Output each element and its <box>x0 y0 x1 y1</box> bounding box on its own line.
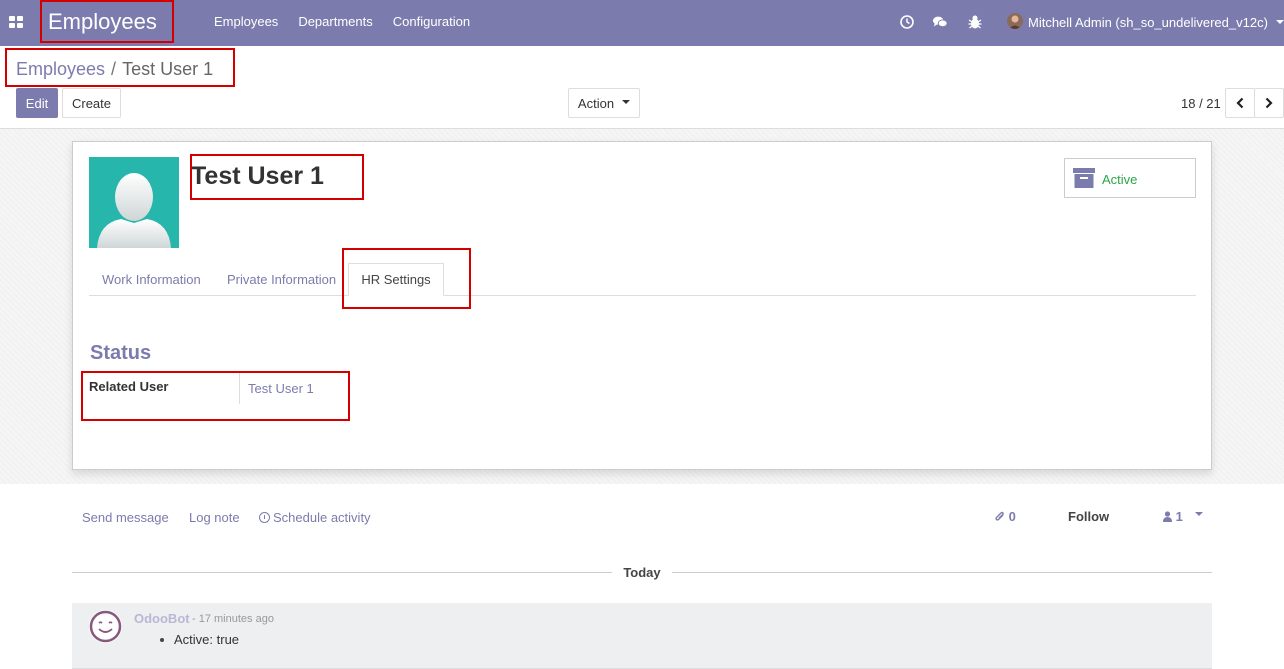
user-menu[interactable]: Mitchell Admin (sh_so_undelivered_v12c) <box>1028 15 1268 30</box>
message-bullet <box>160 638 164 642</box>
pager-value[interactable]: 18 / 21 <box>1181 96 1221 111</box>
schedule-activity-button[interactable]: Schedule activity <box>259 510 371 525</box>
clock-icon <box>259 512 270 523</box>
menu-item-departments[interactable]: Departments <box>298 14 372 29</box>
date-separator-line-right <box>672 572 1212 573</box>
pager-next-button[interactable] <box>1254 88 1284 118</box>
odoobot-smiley-icon <box>89 610 122 643</box>
employee-avatar-image[interactable] <box>89 157 179 248</box>
paperclip-icon <box>995 511 1004 521</box>
apps-menu-icon[interactable] <box>9 16 23 30</box>
chevron-right-icon <box>1265 97 1273 109</box>
followers-button[interactable]: 1 <box>1163 509 1183 524</box>
tab-private-information[interactable]: Private Information <box>227 272 336 287</box>
action-dropdown-button[interactable]: Action <box>568 88 640 118</box>
pager-previous-button[interactable] <box>1225 88 1255 118</box>
followers-caret-icon[interactable] <box>1195 512 1203 516</box>
tabs-divider <box>89 295 1196 296</box>
action-label: Action <box>577 95 615 111</box>
message-author[interactable]: OdooBot <box>134 611 190 626</box>
message-body: Active: true <box>174 632 240 647</box>
user-icon <box>1163 511 1172 522</box>
main-menu: Employees Departments Configuration <box>204 14 480 29</box>
date-separator-line-left <box>72 572 612 573</box>
highlight-box-employee-name <box>190 154 364 200</box>
highlight-box-breadcrumb <box>5 48 235 87</box>
highlight-box-app-title <box>40 0 174 43</box>
odoobot-avatar <box>89 610 122 643</box>
log-note-button[interactable]: Log note <box>189 510 240 525</box>
follow-button[interactable]: Follow <box>1068 509 1109 524</box>
chevron-left-icon <box>1236 97 1244 109</box>
attachments-count: 0 <box>1008 509 1016 524</box>
user-avatar[interactable] <box>1007 13 1023 29</box>
highlight-box-related-user <box>81 371 350 421</box>
caret-down-icon <box>622 99 631 104</box>
send-message-button[interactable]: Send message <box>82 510 169 525</box>
archive-icon <box>1073 168 1095 188</box>
create-button[interactable]: Create <box>62 88 121 118</box>
section-title-status: Status <box>90 342 152 364</box>
menu-item-employees[interactable]: Employees <box>214 14 278 29</box>
top-navbar: Employees Employees Departments Configur… <box>0 0 1284 46</box>
clock-icon[interactable] <box>899 14 915 30</box>
edit-button[interactable]: Edit <box>16 88 58 118</box>
active-label: Active <box>1102 172 1138 187</box>
followers-count: 1 <box>1175 509 1183 524</box>
attachments-button[interactable]: 0 <box>995 509 1016 524</box>
user-silhouette-icon <box>97 173 171 248</box>
menu-item-configuration[interactable]: Configuration <box>393 14 470 29</box>
chat-icon[interactable] <box>932 14 948 30</box>
tab-work-information[interactable]: Work Information <box>102 272 201 287</box>
bug-icon[interactable] <box>967 14 983 30</box>
message-timestamp: - 17 minutes ago <box>192 613 274 625</box>
schedule-activity-label: Schedule activity <box>273 510 371 525</box>
date-separator-label: Today <box>623 565 661 580</box>
active-toggle-button[interactable]: Active <box>1064 158 1196 198</box>
user-caret-icon[interactable] <box>1276 20 1284 24</box>
highlight-box-hr-settings-tab <box>342 248 471 309</box>
